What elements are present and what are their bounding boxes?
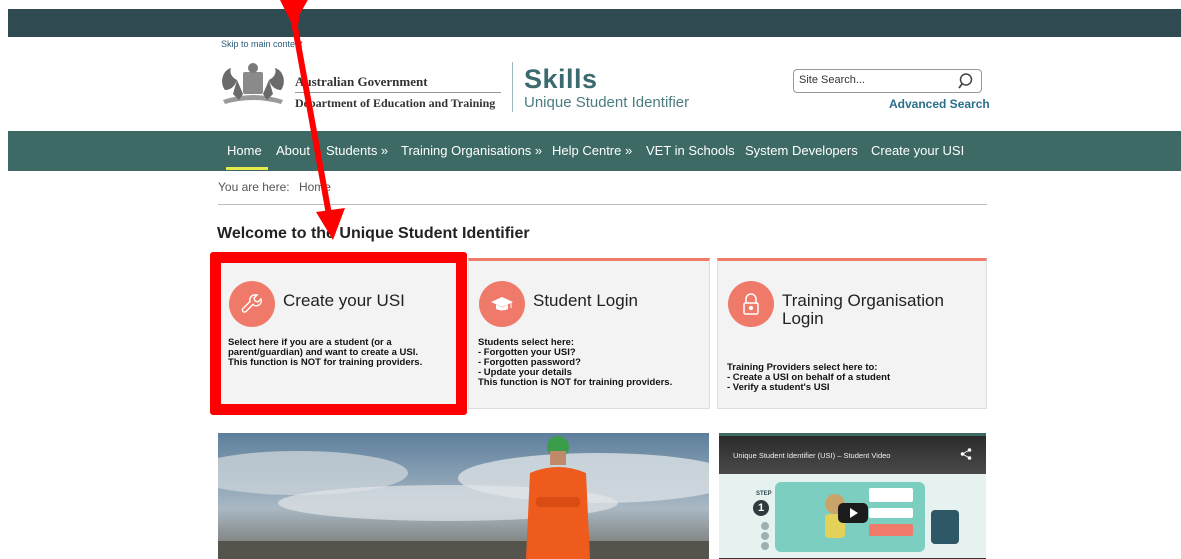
breadcrumb-divider [218,204,987,205]
hero-photo [218,433,709,559]
card-description: Training Providers select here to: - Cre… [727,362,891,393]
logo-divider [295,92,501,93]
create-usi-card[interactable]: Create your USI Select here if you are a… [218,258,464,409]
coat-of-arms-icon [222,63,284,104]
graduation-cap-icon [479,281,525,327]
video-title-bar: Unique Student Identifier (USI) – Studen… [719,436,986,474]
advanced-search-link[interactable]: Advanced Search [889,97,990,111]
breadcrumb: You are here: Home [218,180,331,194]
nav-system-developers[interactable]: System Developers [745,143,858,158]
government-name: Australian Government [295,74,428,89]
card-title: Training Organisation Login [782,291,944,328]
breadcrumb-home[interactable]: Home [299,180,331,194]
search-input[interactable] [799,74,949,86]
top-bar [8,9,1181,37]
site-search [793,69,982,93]
share-icon[interactable] [960,448,972,460]
card-title: Student Login [533,291,638,310]
government-logo[interactable]: Australian Government Department of Educ… [217,58,507,114]
nav-about[interactable]: About [276,143,310,158]
skip-to-content-link[interactable]: Skip to main content [221,39,303,49]
nav-home[interactable]: Home [227,143,262,158]
nav-students[interactable]: Students » [326,143,388,158]
nav-active-indicator [226,167,268,170]
brand-title[interactable]: Skills [524,64,598,95]
wrench-icon [229,281,275,327]
student-video-player[interactable]: Unique Student Identifier (USI) – Studen… [719,433,986,559]
header-divider [512,62,513,112]
search-icon[interactable] [958,72,976,90]
video-title: Unique Student Identifier (USI) – Studen… [733,451,891,460]
department-name: Department of Education and Training [295,96,496,110]
play-button[interactable] [838,503,868,523]
nav-vet-in-schools[interactable]: VET in Schools [646,143,735,158]
page-title: Welcome to the Unique Student Identifier [217,225,530,242]
padlock-icon [728,281,774,327]
training-organisation-login-card[interactable]: Training Organisation Login Training Pro… [717,258,987,409]
student-login-card[interactable]: Student Login Students select here: - Fo… [468,258,710,409]
breadcrumb-prefix: You are here: [218,180,290,194]
card-title: Create your USI [283,291,405,310]
nav-help-centre[interactable]: Help Centre » [552,143,632,158]
card-description: Students select here: - Forgotten your U… [478,337,673,388]
play-icon [850,508,858,518]
card-description: Select here if you are a student (or a p… [228,337,423,368]
nav-create-usi[interactable]: Create your USI [871,143,964,158]
brand-subtitle[interactable]: Unique Student Identifier [524,94,689,111]
nav-training-organisations[interactable]: Training Organisations » [401,143,542,158]
